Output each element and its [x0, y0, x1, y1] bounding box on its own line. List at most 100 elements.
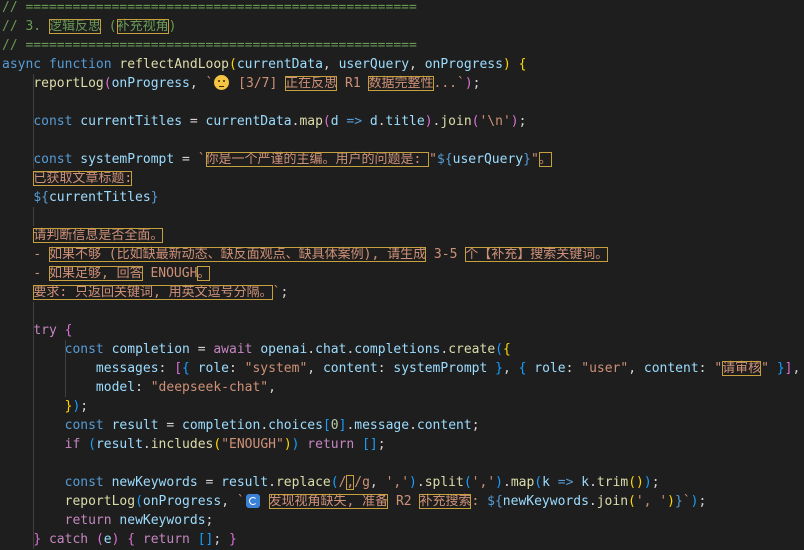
code-token: {: [518, 57, 527, 72]
code-line[interactable]: [2, 207, 800, 226]
code-line[interactable]: 已获取文章标题:: [2, 169, 800, 188]
code-token: `: [682, 494, 691, 509]
code-line[interactable]: const newKeywords = result.replace(/,/g,…: [2, 473, 800, 492]
code-token: }: [150, 190, 159, 205]
code-line[interactable]: async function reflectAndLoop(currentDat…: [2, 55, 800, 74]
indent-guide: [33, 74, 35, 93]
refresh-emoji-icon: [245, 494, 260, 508]
code-line[interactable]: // =====================================…: [2, 0, 800, 17]
code-token: .: [409, 418, 417, 433]
highlighted-token: 。: [197, 266, 211, 281]
code-token: ;: [377, 437, 386, 452]
code-line[interactable]: // =====================================…: [2, 36, 800, 55]
code-token: (: [322, 114, 331, 129]
code-editor[interactable]: // =====================================…: [0, 0, 804, 550]
code-token: =: [174, 152, 198, 167]
code-token: .: [260, 418, 269, 433]
indent-guide: [33, 416, 35, 435]
code-token: [: [322, 418, 331, 433]
code-line[interactable]: } catch (e) { return []; }: [2, 530, 800, 549]
code-line[interactable]: 请判断信息是否全面。: [2, 226, 800, 245]
code-token: ): [667, 494, 675, 509]
code-line[interactable]: const completion = await openai.chat.com…: [2, 340, 800, 359]
code-line[interactable]: 要求: 只返回关键词, 用英文逗号分隔。`;: [2, 283, 800, 302]
indent-guide: [33, 492, 35, 511]
code-token: map: [510, 475, 535, 490]
code-line[interactable]: model: "deepseek-chat",: [2, 378, 800, 397]
code-token: =>: [346, 114, 363, 129]
code-line[interactable]: - 如果不够 (比如缺最新动态、缺反面观点、缺具体案例), 请生成 3-5 个【…: [2, 245, 800, 264]
code-token: (: [628, 494, 636, 509]
indent-guide: [33, 511, 35, 530]
code-token: e: [103, 532, 112, 547]
code-line[interactable]: const systemPrompt = `你是一个严谨的主编。用户的问题是: …: [2, 150, 800, 169]
code-token: .: [588, 494, 597, 509]
code-token: create: [448, 342, 496, 357]
code-token: ": [714, 361, 723, 376]
code-line[interactable]: // 3. 逻辑反思 (补充视角): [2, 17, 800, 36]
code-token: ',': [385, 475, 410, 490]
code-token: }: [776, 361, 785, 376]
code-token: (: [330, 475, 339, 490]
code-line[interactable]: [2, 302, 800, 321]
code-token: // =====================================…: [2, 38, 417, 53]
code-token: :: [377, 361, 394, 376]
code-line[interactable]: if (result.includes("ENOUGH")) return []…: [2, 435, 800, 454]
code-token: messages: [95, 361, 159, 376]
code-token: currentTitles: [48, 190, 151, 205]
code-token: :: [135, 380, 151, 395]
code-line[interactable]: return newKeywords;: [2, 511, 800, 530]
code-text-area[interactable]: // =====================================…: [2, 0, 800, 550]
code-line[interactable]: reportLog(onProgress, ` [3/7] 正在反思 R1 数据…: [2, 74, 800, 93]
code-token: trim: [596, 475, 629, 490]
code-token: const: [64, 418, 104, 433]
code-line[interactable]: const currentTitles = currentData.map(d …: [2, 112, 800, 131]
code-token: chat: [315, 342, 347, 357]
code-token: .: [307, 342, 316, 357]
code-line[interactable]: - 如果足够, 回答 ENOUGH。: [2, 264, 800, 283]
code-token: ): [283, 437, 292, 452]
code-token: (: [213, 437, 222, 452]
code-line[interactable]: const result = completion.choices[0].mes…: [2, 416, 800, 435]
code-token: join: [440, 114, 472, 129]
code-token: .: [440, 342, 449, 357]
code-token: systemPrompt: [80, 152, 175, 167]
code-token: ): [502, 57, 511, 72]
code-line[interactable]: });: [2, 397, 800, 416]
highlighted-token: 请判断信息是否全面。: [33, 228, 164, 243]
code-token: content: [643, 361, 699, 376]
code-line[interactable]: [2, 93, 800, 112]
code-token: currentTitles: [80, 114, 183, 129]
code-token: []: [362, 437, 378, 452]
code-line[interactable]: try {: [2, 321, 800, 340]
code-token: return: [64, 513, 112, 528]
code-line[interactable]: messages: [{ role: "system", content: sy…: [2, 359, 800, 378]
code-line[interactable]: ${currentTitles}: [2, 188, 800, 207]
indent-guide: [64, 378, 66, 397]
code-token: :: [471, 494, 488, 509]
code-line[interactable]: reportLog(onProgress, ` 发现视角缺失, 准备 R2 补充…: [2, 492, 800, 511]
code-token: (: [135, 494, 143, 509]
code-token: `: [197, 152, 206, 167]
code-token: onProgress: [424, 57, 503, 72]
indent-guide: [33, 150, 35, 169]
code-line[interactable]: [2, 454, 800, 473]
code-token: systemPrompt: [393, 361, 488, 376]
code-token: :: [698, 361, 715, 376]
indent-guide: [33, 93, 35, 112]
highlighted-token: 补充视角: [116, 19, 169, 34]
code-line[interactable]: [2, 131, 800, 150]
code-token: newKeywords: [119, 513, 206, 528]
indent-guide: [33, 397, 35, 416]
code-token: "user": [581, 361, 629, 376]
code-token: newKeywords: [111, 475, 198, 490]
code-token: (: [95, 532, 104, 547]
